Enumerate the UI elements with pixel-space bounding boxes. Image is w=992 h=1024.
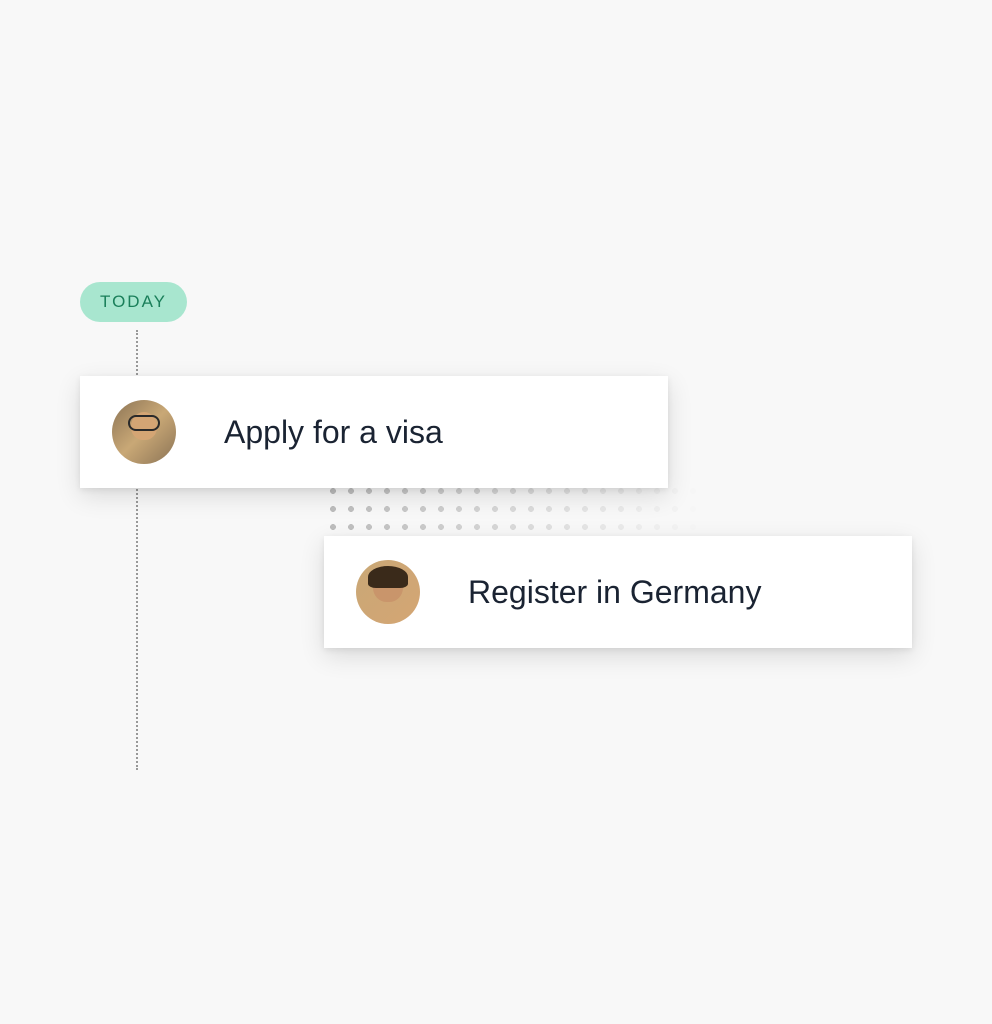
- task-card-visa[interactable]: Apply for a visa: [80, 376, 668, 488]
- avatar-person-1: [112, 400, 176, 464]
- avatar-person-2: [356, 560, 420, 624]
- timeline: TODAY Apply for a visa Register in Germa…: [80, 282, 187, 330]
- task-title: Apply for a visa: [224, 414, 443, 451]
- task-title: Register in Germany: [468, 574, 761, 611]
- today-badge: TODAY: [80, 282, 187, 322]
- task-card-register[interactable]: Register in Germany: [324, 536, 912, 648]
